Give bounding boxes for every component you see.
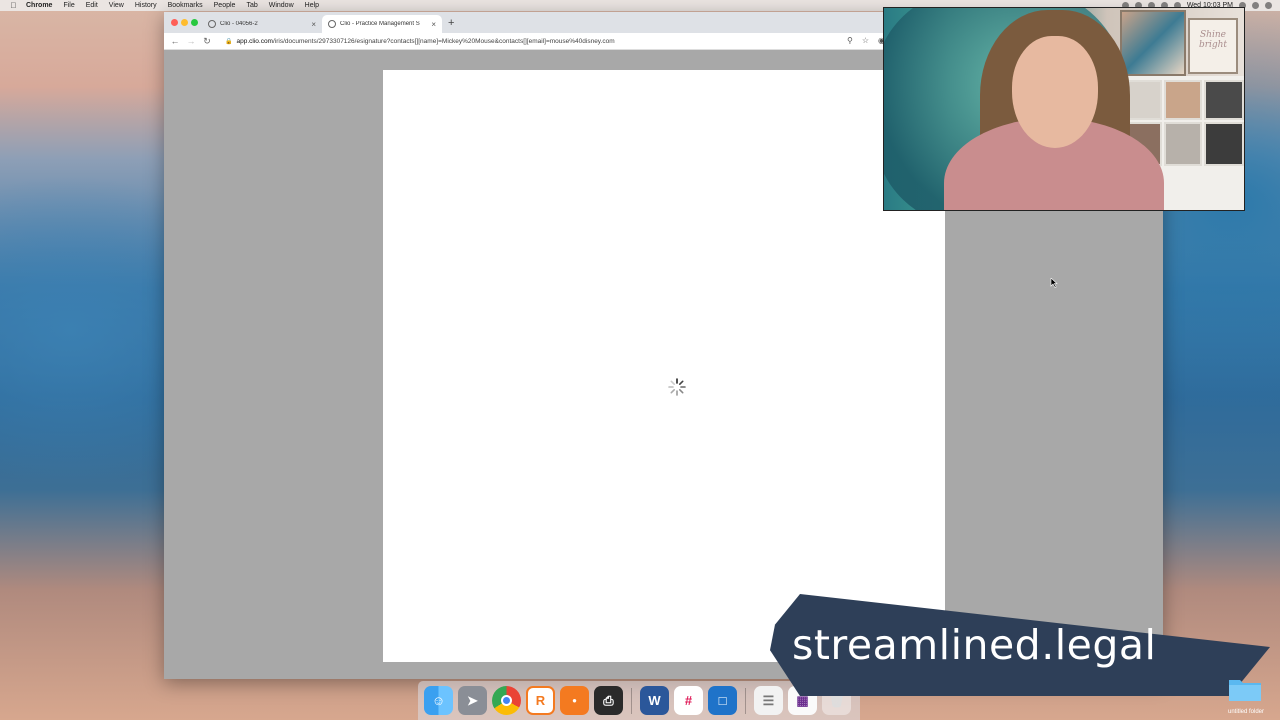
webcam-overlay: Shine bright xyxy=(883,7,1245,211)
desktop-folder-label[interactable]: untitled folder xyxy=(1218,709,1274,715)
wall-sign: Shine bright xyxy=(1188,18,1238,74)
loading-spinner-icon xyxy=(668,378,686,396)
lock-icon: 🔒 xyxy=(225,38,233,45)
toolbar-actions: ⚲ ☆ ◉ xyxy=(847,36,885,45)
dock-separator xyxy=(631,687,632,714)
brand-banner-text: streamlined.legal xyxy=(792,621,1157,669)
back-arrow-icon[interactable]: ← xyxy=(167,36,183,46)
document-icon[interactable]: ☰ xyxy=(754,686,783,715)
bookmark-star-icon[interactable]: ☆ xyxy=(862,36,869,45)
wall-painting xyxy=(1120,10,1186,76)
menu-bookmarks[interactable]: Bookmarks xyxy=(168,0,203,11)
printer-icon[interactable]: ⎙ xyxy=(594,686,623,715)
slack-icon[interactable]: # xyxy=(674,686,703,715)
chrome-icon[interactable] xyxy=(492,686,521,715)
forward-arrow-icon[interactable]: → xyxy=(183,36,199,46)
menu-edit[interactable]: Edit xyxy=(86,0,98,11)
tab-clio-practice-management[interactable]: Clio - Practice Management S × xyxy=(322,15,442,33)
notification-center-icon[interactable] xyxy=(1265,2,1272,9)
close-window-button[interactable] xyxy=(171,19,178,26)
clio-favicon-icon xyxy=(208,20,216,28)
ringcentral-meetings-icon[interactable]: ● xyxy=(560,686,589,715)
presenter-face xyxy=(1012,36,1098,148)
zoom-magnifier-icon[interactable]: ⚲ xyxy=(847,36,853,45)
dock-separator xyxy=(745,687,746,714)
document-page xyxy=(383,70,945,662)
tab-clio-matter[interactable]: Clio - 04056-2 × xyxy=(202,15,322,33)
mouse-cursor-icon xyxy=(1050,278,1058,288)
tab-label: Clio - 04056-2 xyxy=(220,21,258,27)
url-host: app.clio.com xyxy=(236,37,273,45)
zoom-window-button[interactable] xyxy=(191,19,198,26)
tab-label: Clio - Practice Management S xyxy=(340,21,420,27)
address-bar[interactable]: 🔒 app.clio.com/iris/documents/2973307126/… xyxy=(225,38,615,45)
dock: ☺ ➤ R ● ⎙ W # □ ☰ ▦ 🗑 xyxy=(418,681,860,720)
new-tab-button[interactable]: + xyxy=(448,17,454,29)
launchpad-icon[interactable]: ➤ xyxy=(458,686,487,715)
close-tab-icon[interactable]: × xyxy=(311,20,316,29)
ringcentral-icon[interactable]: R xyxy=(526,686,555,715)
siri-icon[interactable] xyxy=(1252,2,1259,9)
close-tab-icon[interactable]: × xyxy=(431,20,436,29)
menu-people[interactable]: People xyxy=(214,0,236,11)
finder-icon[interactable]: ☺ xyxy=(424,686,453,715)
menu-history[interactable]: History xyxy=(135,0,157,11)
apple-icon[interactable]:  xyxy=(9,1,18,10)
url-path: /iris/documents/2973307126/esignature?co… xyxy=(272,37,615,45)
minimize-window-button[interactable] xyxy=(181,19,188,26)
menu-file[interactable]: File xyxy=(63,0,74,11)
folder-icon[interactable] xyxy=(1228,676,1262,702)
reload-icon[interactable]: ↻ xyxy=(199,36,215,47)
keynote-live-icon[interactable]: □ xyxy=(708,686,737,715)
menu-window[interactable]: Window xyxy=(269,0,294,11)
menu-app-name[interactable]: Chrome xyxy=(26,0,52,11)
word-icon[interactable]: W xyxy=(640,686,669,715)
menu-help[interactable]: Help xyxy=(305,0,319,11)
menu-view[interactable]: View xyxy=(109,0,124,11)
clio-favicon-icon xyxy=(328,20,336,28)
menu-tab[interactable]: Tab xyxy=(246,0,257,11)
